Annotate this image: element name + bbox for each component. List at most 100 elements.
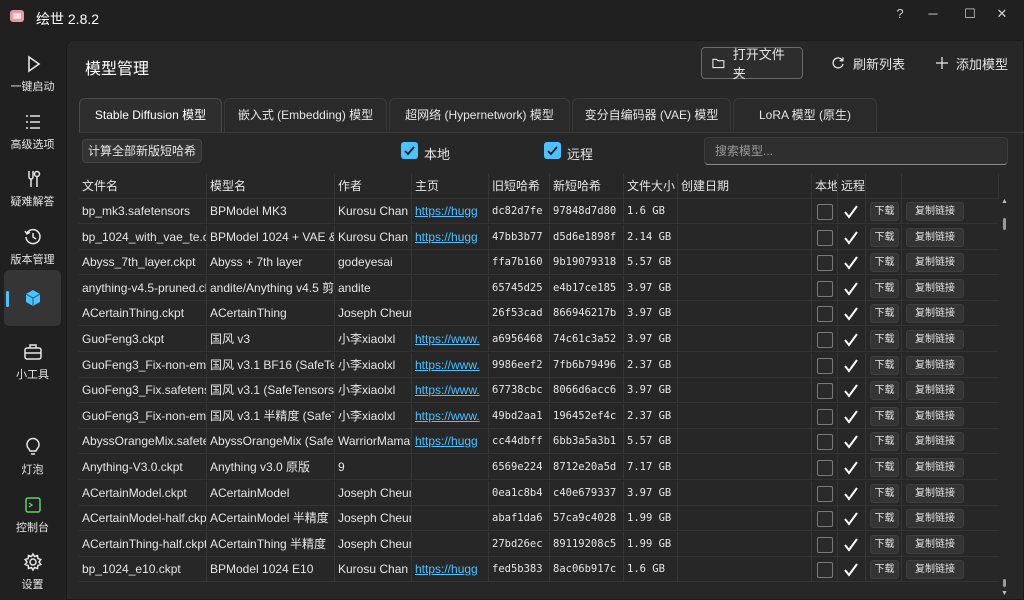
- local-checkbox-cell[interactable]: [817, 306, 833, 323]
- local-checkbox-cell[interactable]: [817, 255, 833, 272]
- add-model-button[interactable]: 添加模型: [926, 47, 1018, 79]
- calculate-hash-button[interactable]: 计算全部新版短哈希: [82, 139, 202, 163]
- local-checkbox-cell[interactable]: [817, 511, 833, 528]
- download-button[interactable]: 下载: [870, 406, 899, 426]
- download-button[interactable]: 下载: [870, 509, 899, 529]
- table-row[interactable]: ACertainModel-half.ckpt ACertainModel 半精度…: [79, 506, 999, 532]
- column-header[interactable]: 旧短哈希: [489, 174, 550, 199]
- copy-link-button[interactable]: 复制链接: [906, 355, 964, 375]
- column-header[interactable]: 主页: [412, 174, 489, 199]
- download-button[interactable]: 下载: [870, 253, 899, 273]
- sidebar-item-tools[interactable]: 小工具: [4, 332, 61, 388]
- cell-home[interactable]: https://www.: [412, 378, 489, 404]
- copy-link-button[interactable]: 复制链接: [906, 509, 964, 529]
- cell-home[interactable]: https://hugg: [412, 224, 489, 250]
- cell-home[interactable]: https://www.: [412, 403, 489, 429]
- cell-home[interactable]: [412, 506, 489, 532]
- table-row[interactable]: ACertainThing-half.ckpt ACertainThing 半精度…: [79, 531, 999, 557]
- cell-home[interactable]: [412, 480, 489, 506]
- remote-checkbox-cell[interactable]: [843, 204, 859, 220]
- local-checkbox-cell[interactable]: [817, 229, 833, 246]
- copy-link-button[interactable]: 复制链接: [906, 534, 964, 554]
- table-row[interactable]: GuoFeng3_Fix-non-ema.ckpt国风 v3.1 BF16 (S…: [79, 352, 999, 378]
- copy-link-button[interactable]: 复制链接: [906, 202, 964, 221]
- cell-home[interactable]: [412, 250, 489, 276]
- scrollbar-thumb[interactable]: [1003, 218, 1006, 230]
- column-header[interactable]: 文件名: [79, 174, 207, 199]
- copy-link-button[interactable]: 复制链接: [906, 406, 964, 426]
- download-button[interactable]: 下载: [870, 278, 899, 298]
- remote-checkbox-cell[interactable]: [843, 255, 859, 271]
- cell-home[interactable]: [412, 275, 489, 301]
- tab-stable-diffusion[interactable]: Stable Diffusion 模型: [79, 98, 222, 133]
- cell-home[interactable]: https://hugg: [412, 557, 489, 583]
- sidebar-item-advanced[interactable]: 高级选项: [4, 102, 61, 158]
- local-checkbox-cell[interactable]: [817, 485, 833, 502]
- download-button[interactable]: 下载: [870, 330, 899, 349]
- scroll-down-icon[interactable]: ▼: [1001, 590, 1008, 597]
- sidebar-item-models[interactable]: [4, 270, 61, 326]
- column-header[interactable]: 新短哈希: [550, 174, 624, 199]
- table-row[interactable]: AbyssOrangeMix.safetensorsAbyssOrangeMix…: [79, 429, 999, 455]
- search-input[interactable]: [704, 137, 1008, 165]
- local-checkbox-cell[interactable]: [817, 332, 833, 348]
- local-checkbox-cell[interactable]: [817, 434, 833, 451]
- download-button[interactable]: 下载: [870, 432, 899, 452]
- sidebar-item-lightbulb[interactable]: 灯泡: [4, 427, 61, 483]
- remote-checkbox-cell[interactable]: [843, 409, 859, 425]
- column-header[interactable]: 本地: [812, 174, 838, 199]
- open-folder-button[interactable]: 打开文件夹: [701, 47, 803, 81]
- close-button[interactable]: ✕: [987, 4, 1017, 24]
- sidebar-item-versions[interactable]: 版本管理: [4, 217, 61, 273]
- copy-link-button[interactable]: 复制链接: [906, 381, 964, 401]
- cell-home[interactable]: [412, 455, 489, 480]
- local-checkbox-cell[interactable]: [817, 536, 833, 553]
- help-button[interactable]: ?: [885, 4, 915, 24]
- download-button[interactable]: 下载: [870, 202, 899, 221]
- copy-link-button[interactable]: 复制链接: [906, 483, 964, 503]
- download-button[interactable]: 下载: [870, 355, 899, 375]
- column-header[interactable]: 远程: [838, 174, 866, 199]
- sidebar-item-settings[interactable]: 设置: [4, 542, 61, 598]
- remote-checkbox-cell[interactable]: [843, 306, 859, 322]
- sidebar-item-troubleshoot[interactable]: 疑难解答: [4, 159, 61, 215]
- cell-home[interactable]: https://hugg: [412, 199, 489, 224]
- column-header[interactable]: 文件大小: [624, 174, 678, 199]
- table-row[interactable]: ACertainModel.ckpt ACertainModel Joseph Ch…: [79, 480, 999, 506]
- remote-checkbox-cell[interactable]: [843, 281, 859, 297]
- table-row[interactable]: Abyss_7th_layer.ckpt Abyss + 7th layer god…: [79, 250, 999, 276]
- local-checkbox-cell[interactable]: [817, 460, 833, 476]
- download-button[interactable]: 下载: [870, 458, 899, 477]
- copy-link-button[interactable]: 复制链接: [906, 253, 964, 273]
- local-checkbox-cell[interactable]: [817, 357, 833, 374]
- download-button[interactable]: 下载: [870, 560, 899, 580]
- tab-embedding[interactable]: 嵌入式 (Embedding) 模型: [224, 98, 387, 133]
- copy-link-button[interactable]: 复制链接: [906, 227, 964, 247]
- minimize-button[interactable]: ─: [918, 4, 948, 24]
- remote-checkbox-cell[interactable]: [843, 332, 859, 348]
- copy-link-button[interactable]: 复制链接: [906, 304, 964, 324]
- local-checkbox-cell[interactable]: [817, 408, 833, 425]
- tab-hypernetwork[interactable]: 超网络 (Hypernetwork) 模型: [389, 98, 570, 133]
- table-row[interactable]: bp_mk3.safetensors BPModel MK3 Kurosu Chan…: [79, 199, 999, 224]
- cell-home[interactable]: https://hugg: [412, 429, 489, 455]
- remote-checkbox-cell[interactable]: [843, 537, 859, 553]
- cell-home[interactable]: [412, 531, 489, 557]
- scrollbar-thumb-bottom[interactable]: [1003, 579, 1006, 587]
- copy-link-button[interactable]: 复制链接: [906, 278, 964, 298]
- cell-home[interactable]: https://www.: [412, 352, 489, 378]
- column-header[interactable]: 创建日期: [678, 174, 812, 199]
- column-header[interactable]: 作者: [335, 174, 412, 199]
- remote-checkbox-cell[interactable]: [843, 562, 859, 578]
- copy-link-button[interactable]: 复制链接: [906, 432, 964, 452]
- maximize-button[interactable]: ☐: [955, 4, 985, 24]
- table-row[interactable]: bp_1024_e10.ckpt BPModel 1024 E10 Kurosu C…: [79, 557, 999, 583]
- table-row[interactable]: GuoFeng3.ckpt 国风 v3 小李xiaolxl https://www. a…: [79, 327, 999, 352]
- local-checkbox[interactable]: [401, 142, 418, 159]
- sidebar-item-launch[interactable]: 一键启动: [4, 44, 61, 100]
- remote-checkbox-cell[interactable]: [843, 358, 859, 374]
- table-row[interactable]: GuoFeng3_Fix-non-ema.ckpt国风 v3.1 半精度 (Sa…: [79, 403, 999, 429]
- download-button[interactable]: 下载: [870, 304, 899, 324]
- download-button[interactable]: 下载: [870, 381, 899, 401]
- local-checkbox-cell[interactable]: [817, 562, 833, 579]
